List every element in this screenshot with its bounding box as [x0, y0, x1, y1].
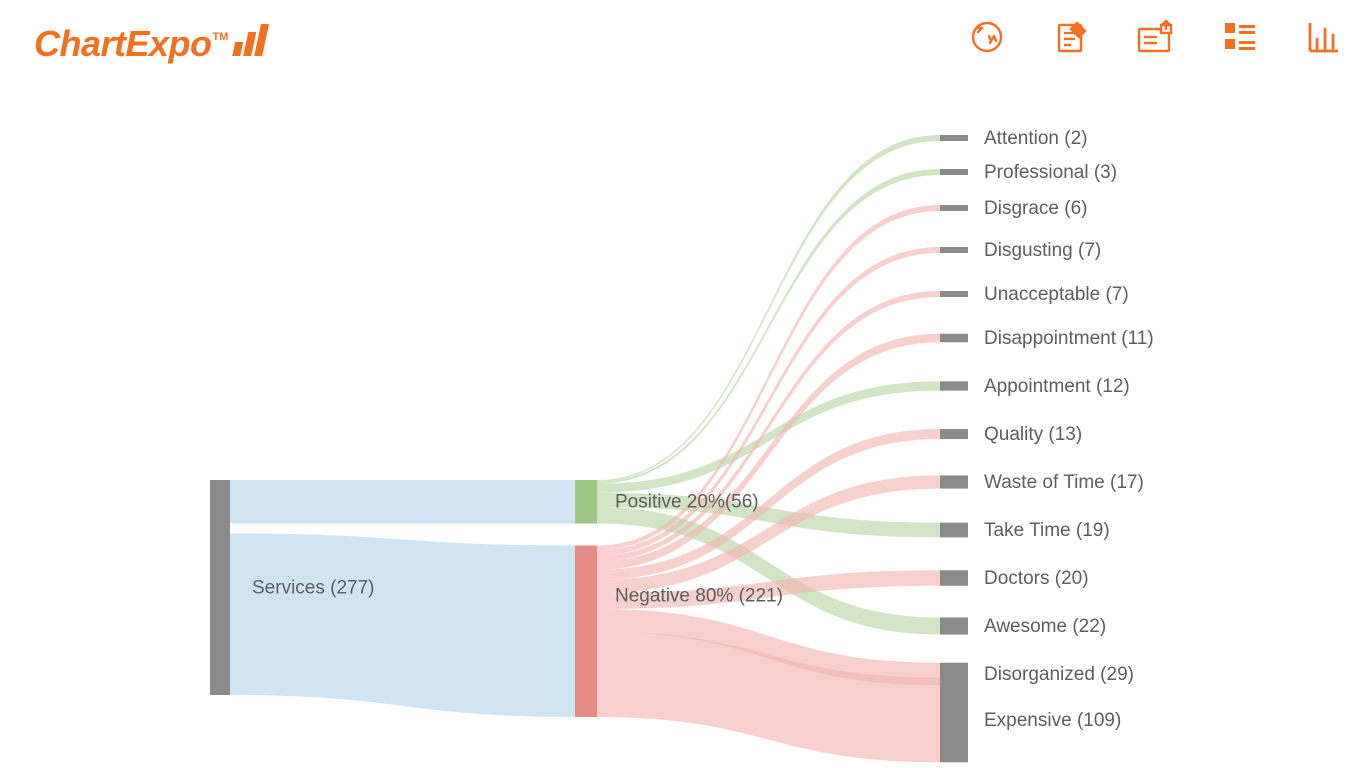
term-node[interactable] — [940, 617, 968, 634]
term-label: Awesome (22) — [984, 616, 1106, 637]
term-node[interactable] — [940, 247, 968, 253]
term-label: Attention (2) — [984, 128, 1088, 149]
source-node[interactable] — [210, 480, 230, 695]
term-node[interactable] — [940, 169, 968, 175]
edit-icon[interactable] — [1050, 16, 1092, 58]
term-node[interactable] — [940, 205, 968, 211]
term-label: Doctors (20) — [984, 568, 1089, 589]
brand-logo: ChartExpo TM — [34, 22, 271, 65]
term-label: Disappointment (11) — [984, 328, 1154, 349]
term-label: Quality (13) — [984, 424, 1082, 445]
negative-label: Negative 80% (221) — [615, 585, 783, 606]
positive-label: Positive 20%(56) — [615, 492, 759, 513]
export-icon[interactable] — [1134, 16, 1176, 58]
sankey-chart: Services (277) Positive 20%(56) Negative 8… — [0, 80, 1366, 768]
term-label: Unacceptable (7) — [984, 284, 1129, 305]
term-node[interactable] — [940, 291, 968, 297]
chart-icon[interactable] — [1302, 16, 1344, 58]
toolbar — [966, 16, 1344, 58]
term-node[interactable] — [940, 523, 968, 538]
term-label: Expensive (109) — [984, 710, 1121, 731]
term-node[interactable] — [940, 475, 968, 488]
properties-icon[interactable] — [1218, 16, 1260, 58]
source-label: Services (277) — [252, 578, 375, 599]
term-label: Waste of Time (17) — [984, 472, 1144, 493]
brand-bars-icon — [231, 24, 271, 58]
term-node[interactable] — [940, 135, 968, 141]
term-label: Disgrace (6) — [984, 198, 1087, 219]
term-node[interactable] — [940, 678, 968, 763]
positive-node[interactable] — [575, 480, 597, 523]
term-label: Appointment (12) — [984, 376, 1130, 397]
brand-tm: TM — [213, 31, 229, 43]
header: ChartExpo TM — [0, 0, 1366, 80]
term-label: Take Time (19) — [984, 520, 1110, 541]
term-node[interactable] — [940, 381, 968, 390]
term-node[interactable] — [940, 334, 968, 343]
term-label: Disorganized (29) — [984, 664, 1134, 685]
term-label: Professional (3) — [984, 162, 1117, 183]
negative-node[interactable] — [575, 545, 597, 717]
term-node[interactable] — [940, 429, 968, 439]
term-node[interactable] — [940, 570, 968, 586]
term-label: Disgusting (7) — [984, 240, 1101, 261]
reset-icon[interactable] — [966, 16, 1008, 58]
brand-name: ChartExpo — [34, 23, 212, 65]
